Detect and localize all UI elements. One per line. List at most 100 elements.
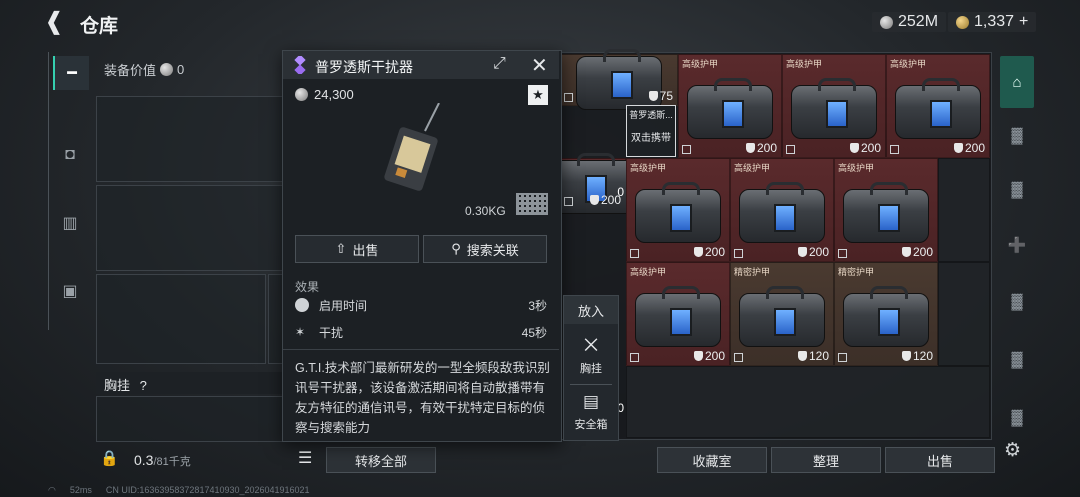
safe-box-icon: ▤ [582, 392, 600, 411]
effect-name: 干扰 [319, 325, 344, 340]
silver-amount: 252M [898, 13, 939, 30]
item-detail-popup[interactable]: 普罗透斯干扰器 ⤢ ✕ 24,300 ★ 0.30KG ⇧ 出售 ⚲ 搜索关联 … [282, 50, 562, 442]
gun-icon[interactable]: ━ [53, 56, 89, 90]
storage-item[interactable]: 高级护甲 200 [886, 54, 990, 158]
durability-value: 200 [704, 245, 725, 259]
armor-bag-icon [739, 286, 825, 348]
list-icon[interactable]: ☰ [298, 448, 318, 470]
item-label: 高级护甲 [838, 163, 875, 173]
empty-grid-cell[interactable] [938, 158, 990, 262]
storage-item[interactable]: 高级护甲 200 [626, 158, 730, 262]
gold-currency[interactable]: 1,337 + [948, 12, 1037, 32]
put-in-menu[interactable]: 放入 ⨉ 胸挂 ▤ 安全箱 [563, 295, 619, 441]
no-insure-icon [564, 93, 573, 102]
shield-icon [745, 143, 755, 153]
misc-filter-icon[interactable]: ▓ [1000, 400, 1034, 434]
durability-value: 200 [860, 141, 881, 155]
help-icon[interactable]: ? [140, 378, 147, 393]
popup-sell-button[interactable]: ⇧ 出售 [295, 235, 419, 263]
divider [570, 384, 612, 385]
no-insure-icon [838, 353, 847, 362]
shield-icon [849, 143, 859, 153]
storage-item[interactable]: 高级护甲 200 [834, 158, 938, 262]
capacity: 0.3/81千克 [134, 452, 191, 469]
no-insure-icon [630, 353, 639, 362]
armor-bag-icon [791, 78, 877, 140]
put-in-safe-box[interactable]: ▤ 安全箱 [564, 386, 618, 438]
durability-value: 200 [912, 245, 933, 259]
chest-rig-slots[interactable] [96, 396, 284, 442]
item-durability: 200 [797, 245, 829, 259]
item-durability: 200 [849, 141, 881, 155]
no-insure-icon [682, 145, 691, 154]
back-arrow-icon[interactable]: ❰ [44, 10, 70, 34]
weapon-filter-icon[interactable]: ▓ [1000, 118, 1034, 152]
backpack-icon[interactable]: ▣ [53, 274, 87, 308]
popup-title: 普罗透斯干扰器 [315, 59, 413, 75]
armor-bag-icon [635, 182, 721, 244]
storage-item[interactable]: 精密护甲 120 [834, 262, 938, 366]
add-currency-icon[interactable]: + [1019, 13, 1028, 31]
no-insure-icon [734, 353, 743, 362]
add-storage-icon[interactable]: ➕ [1000, 228, 1034, 262]
put-in-chest-rig[interactable]: ⨉ 胸挂 [564, 330, 618, 382]
shield-icon [797, 351, 807, 361]
container-filter-icon[interactable]: ▓ [1000, 284, 1034, 318]
storage-item[interactable]: 精密护甲 120 [730, 262, 834, 366]
search-related-button[interactable]: ⚲ 搜索关联 [423, 235, 547, 263]
settings-gear-icon[interactable]: ⚙ [1004, 439, 1026, 461]
divider [283, 349, 559, 350]
armor-filter-icon[interactable]: ▓ [1000, 172, 1034, 206]
silver-coin-icon [160, 63, 174, 76]
effect-name: 启用时间 [319, 298, 368, 313]
silver-coin-icon [880, 15, 893, 29]
storage-item[interactable]: 高级护甲 200 [782, 54, 886, 158]
empty-grid-cell[interactable] [626, 366, 990, 438]
silver-coin-icon [295, 88, 308, 101]
secondary-weapon-slot[interactable] [96, 185, 284, 271]
chest-rig-header[interactable]: 胸挂 ? [96, 372, 282, 394]
item-label: 高级护甲 [890, 59, 927, 69]
collapse-icon[interactable]: ⤢ [493, 55, 513, 75]
lock-icon[interactable]: 🔒 [100, 449, 119, 467]
popup-sell-label: 出售 [352, 242, 379, 258]
storage-item[interactable]: 高级护甲 200 [678, 54, 782, 158]
consumable-filter-icon[interactable]: ▓ [1000, 342, 1034, 376]
equipment-value: 装备价值 0 [104, 60, 184, 79]
chest-rig-icon: ⨉ [584, 336, 598, 355]
collection-room-button[interactable]: 收藏室 [657, 447, 767, 473]
equipment-value-label: 装备价值 [104, 63, 157, 78]
vest-icon[interactable]: ▥ [53, 206, 87, 240]
favorite-star-icon[interactable]: ★ [528, 85, 548, 105]
helmet-icon[interactable]: ◘ [53, 138, 87, 172]
storage-item[interactable]: 75 [560, 49, 678, 110]
item-label: 高级护甲 [786, 59, 823, 69]
page-title: 仓库 [80, 16, 119, 37]
shield-icon [953, 143, 963, 153]
item-durability: 120 [901, 349, 933, 363]
primary-weapon-slot[interactable] [96, 96, 284, 182]
item-weight: 0.30KG [465, 204, 506, 218]
sell-icon: ⇧ [335, 241, 347, 256]
jam-icon: ✶ [295, 325, 306, 339]
overlay-item-name: 普罗透斯... [629, 110, 673, 120]
durability-value: 200 [964, 141, 985, 155]
empty-grid-cell[interactable] [938, 262, 990, 366]
close-icon[interactable]: ✕ [531, 53, 553, 77]
transfer-all-button[interactable]: 转移全部 [326, 447, 436, 473]
sell-button[interactable]: 出售 [885, 447, 995, 473]
storage-item[interactable]: 高级护甲 200 [730, 158, 834, 262]
no-insure-icon [838, 249, 847, 258]
no-insure-icon [734, 249, 743, 258]
item-slot-overlay[interactable]: 普罗透斯... 双击携带 [626, 105, 676, 157]
armor-bag-icon [687, 78, 773, 140]
jammer-item-icon [291, 54, 309, 76]
shield-icon [648, 91, 658, 101]
storage-category-nav: ⌂ ▓ ▓ ➕ ▓ ▓ ▓ [996, 52, 1036, 442]
organize-button[interactable]: 整理 [771, 447, 881, 473]
effect-row: 启用时间 3秒 [295, 296, 547, 314]
durability-value: 200 [704, 349, 725, 363]
warehouse-icon[interactable]: ⌂ [1000, 56, 1034, 108]
helmet-slot[interactable] [96, 274, 266, 364]
storage-item[interactable]: 高级护甲 200 [626, 262, 730, 366]
